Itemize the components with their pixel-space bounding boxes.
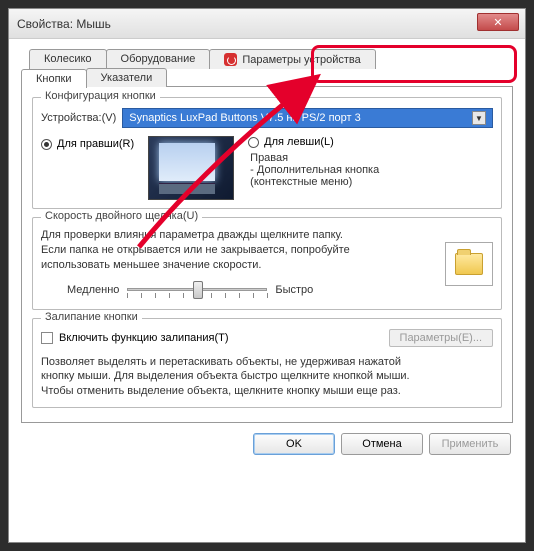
radio-right-label: Для правши(R) [57, 138, 134, 150]
close-button[interactable]: ✕ [477, 13, 519, 31]
right-button-heading: Правая [248, 152, 493, 164]
device-select-value: Synaptics LuxPad Buttons V7.5 на PS/2 по… [129, 112, 360, 124]
tab-device-params[interactable]: Параметры устройства [209, 49, 375, 69]
titlebar[interactable]: Свойства: Мышь ✕ [9, 9, 525, 39]
group-title-sticky: Залипание кнопки [41, 311, 142, 323]
radio-left-label: Для левши(L) [264, 136, 334, 148]
tab-panel-buttons: Конфигурация кнопки Устройства:(V) Synap… [21, 86, 513, 423]
chevron-down-icon: ▼ [472, 111, 486, 125]
click-lock-group: Залипание кнопки Включить функцию залипа… [32, 318, 502, 409]
tabs-row-foreground: Кнопки Указатели [21, 68, 513, 87]
radio-left-handed[interactable]: Для левши(L) [248, 136, 334, 148]
device-label: Устройства:(V) [41, 112, 116, 124]
radio-icon [248, 137, 259, 148]
tab-hardware[interactable]: Оборудование [106, 49, 211, 69]
group-title-speed: Скорость двойного щелчка(U) [41, 210, 202, 222]
touchpad-preview-image [148, 136, 234, 200]
tab-buttons[interactable]: Кнопки [21, 69, 87, 88]
window-title: Свойства: Мышь [17, 17, 111, 31]
tab-device-params-label: Параметры устройства [242, 54, 360, 66]
right-button-desc1: - Дополнительная кнопка [248, 164, 493, 176]
folder-icon [455, 253, 483, 275]
checkbox-icon [41, 332, 53, 344]
radio-icon [41, 139, 52, 150]
mouse-properties-dialog: Свойства: Мышь ✕ Колесико Оборудование П… [8, 8, 526, 543]
tab-wheel[interactable]: Колесико [29, 49, 107, 69]
slider-label-slow: Медленно [67, 284, 119, 296]
group-title-config: Конфигурация кнопки [41, 90, 160, 102]
tabs-row-background: Колесико Оборудование Параметры устройст… [29, 49, 513, 69]
double-click-speed-group: Скорость двойного щелчка(U) Для проверки… [32, 217, 502, 310]
right-button-desc2: (контекстные меню) [248, 176, 493, 188]
close-icon: ✕ [493, 16, 502, 29]
ok-button[interactable]: OK [253, 433, 335, 455]
apply-button: Применить [429, 433, 511, 455]
click-lock-label: Включить функцию залипания(T) [59, 332, 229, 344]
double-click-test-area[interactable] [445, 242, 493, 286]
synaptics-icon [224, 53, 237, 66]
dialog-footer: OK Отмена Применить [9, 423, 525, 465]
click-lock-description: Позволяет выделять и перетаскивать объек… [41, 355, 493, 400]
radio-right-handed[interactable]: Для правши(R) [41, 138, 134, 150]
tab-pointers[interactable]: Указатели [86, 68, 168, 87]
speed-hint: Для проверки влияния параметра дважды ще… [41, 228, 435, 273]
click-lock-checkbox-row[interactable]: Включить функцию залипания(T) [41, 332, 229, 344]
button-config-group: Конфигурация кнопки Устройства:(V) Synap… [32, 97, 502, 209]
slider-label-fast: Быстро [275, 284, 313, 296]
device-select[interactable]: Synaptics LuxPad Buttons V7.5 на PS/2 по… [122, 108, 493, 128]
double-click-speed-slider[interactable] [127, 279, 267, 301]
cancel-button[interactable]: Отмена [341, 433, 423, 455]
click-lock-params-button: Параметры(E)... [389, 329, 493, 347]
